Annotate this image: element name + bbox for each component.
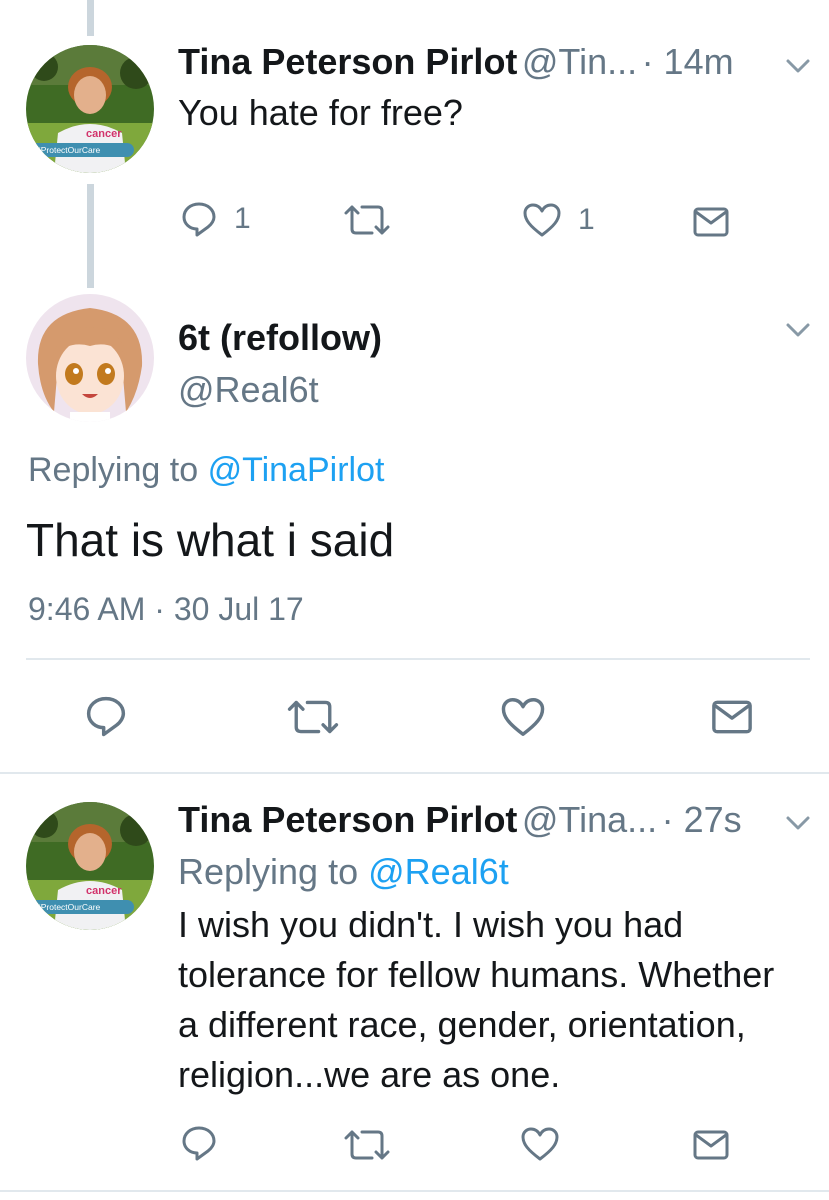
avatar-banner-text: #ProtectOurCare: [36, 902, 101, 912]
author-handle[interactable]: @Tin...: [522, 41, 637, 82]
reply-icon[interactable]: [84, 694, 128, 738]
dm-icon[interactable]: [693, 207, 729, 237]
avatar-banner-text: #ProtectOurCare: [36, 145, 101, 155]
replying-handle-link[interactable]: @Real6t: [368, 851, 509, 892]
tweet-text: That is what i said: [26, 514, 395, 566]
author-name[interactable]: 6t (refollow): [178, 318, 382, 358]
tweet-text-line: tolerance for fellow humans. Whether: [178, 954, 775, 995]
reply-count: 1: [234, 202, 251, 235]
like-icon: [523, 203, 561, 237]
avatar-shirt-text: cancer: [86, 885, 122, 897]
replying-to: Replying to @Real6t: [178, 852, 509, 892]
bottom-divider: [0, 1190, 829, 1192]
tweet-text-line: I wish you didn't. I wish you had: [178, 904, 684, 945]
author-handle[interactable]: @Tina...: [522, 799, 657, 840]
thread-line-top: [87, 0, 94, 36]
retweet-icon[interactable]: [342, 203, 392, 237]
avatar-shirt-text: cancer: [86, 128, 122, 140]
author-handle[interactable]: @Real6t: [178, 370, 319, 410]
reply-action[interactable]: 1: [180, 200, 251, 238]
tweet-3-header: Tina Peterson Pirlot @Tina... · 27s: [178, 800, 742, 848]
retweet-icon[interactable]: [285, 698, 341, 736]
author-name[interactable]: Tina Peterson Pirlot: [178, 41, 517, 82]
chevron-down-icon[interactable]: [785, 58, 811, 74]
tweet-text-line: a different race, gender, orientation,: [178, 1004, 746, 1045]
avatar-tina[interactable]: cancer #ProtectOurCare: [26, 802, 154, 930]
tweet-time[interactable]: · 27s: [662, 799, 742, 840]
like-action[interactable]: 1: [522, 202, 595, 238]
reply-icon[interactable]: [180, 1124, 218, 1162]
avatar-6t[interactable]: [26, 294, 154, 422]
dm-icon[interactable]: [693, 1130, 729, 1160]
divider: [26, 658, 810, 660]
chevron-down-icon[interactable]: [785, 815, 811, 831]
tweet-text: I wish you didn't. I wish you had tolera…: [178, 900, 818, 1100]
replying-prefix: Replying to: [178, 851, 359, 892]
tweet-text: You hate for free?: [178, 92, 463, 133]
tweet-time[interactable]: · 14m: [642, 41, 734, 82]
dm-icon[interactable]: [711, 700, 753, 734]
author-name[interactable]: Tina Peterson Pirlot: [178, 799, 517, 840]
tweet-1-header: Tina Peterson Pirlot @Tin... · 14m: [178, 42, 734, 90]
replying-prefix: Replying to: [28, 451, 199, 489]
like-count: 1: [578, 203, 595, 236]
section-divider: [0, 772, 829, 774]
retweet-icon[interactable]: [342, 1128, 392, 1162]
like-icon[interactable]: [500, 696, 546, 738]
tweet-timestamp[interactable]: 9:46 AM · 30 Jul 17: [28, 589, 304, 629]
tweet-text-line: religion...we are as one.: [178, 1054, 561, 1095]
chevron-down-icon[interactable]: [785, 322, 811, 338]
replying-to: Replying to @TinaPirlot: [28, 450, 384, 490]
thread-line-middle: [87, 184, 94, 288]
avatar-tina[interactable]: cancer #ProtectOurCare: [26, 45, 154, 173]
like-icon[interactable]: [520, 1126, 560, 1162]
replying-handle-link[interactable]: @TinaPirlot: [208, 451, 385, 489]
reply-icon: [182, 202, 216, 237]
